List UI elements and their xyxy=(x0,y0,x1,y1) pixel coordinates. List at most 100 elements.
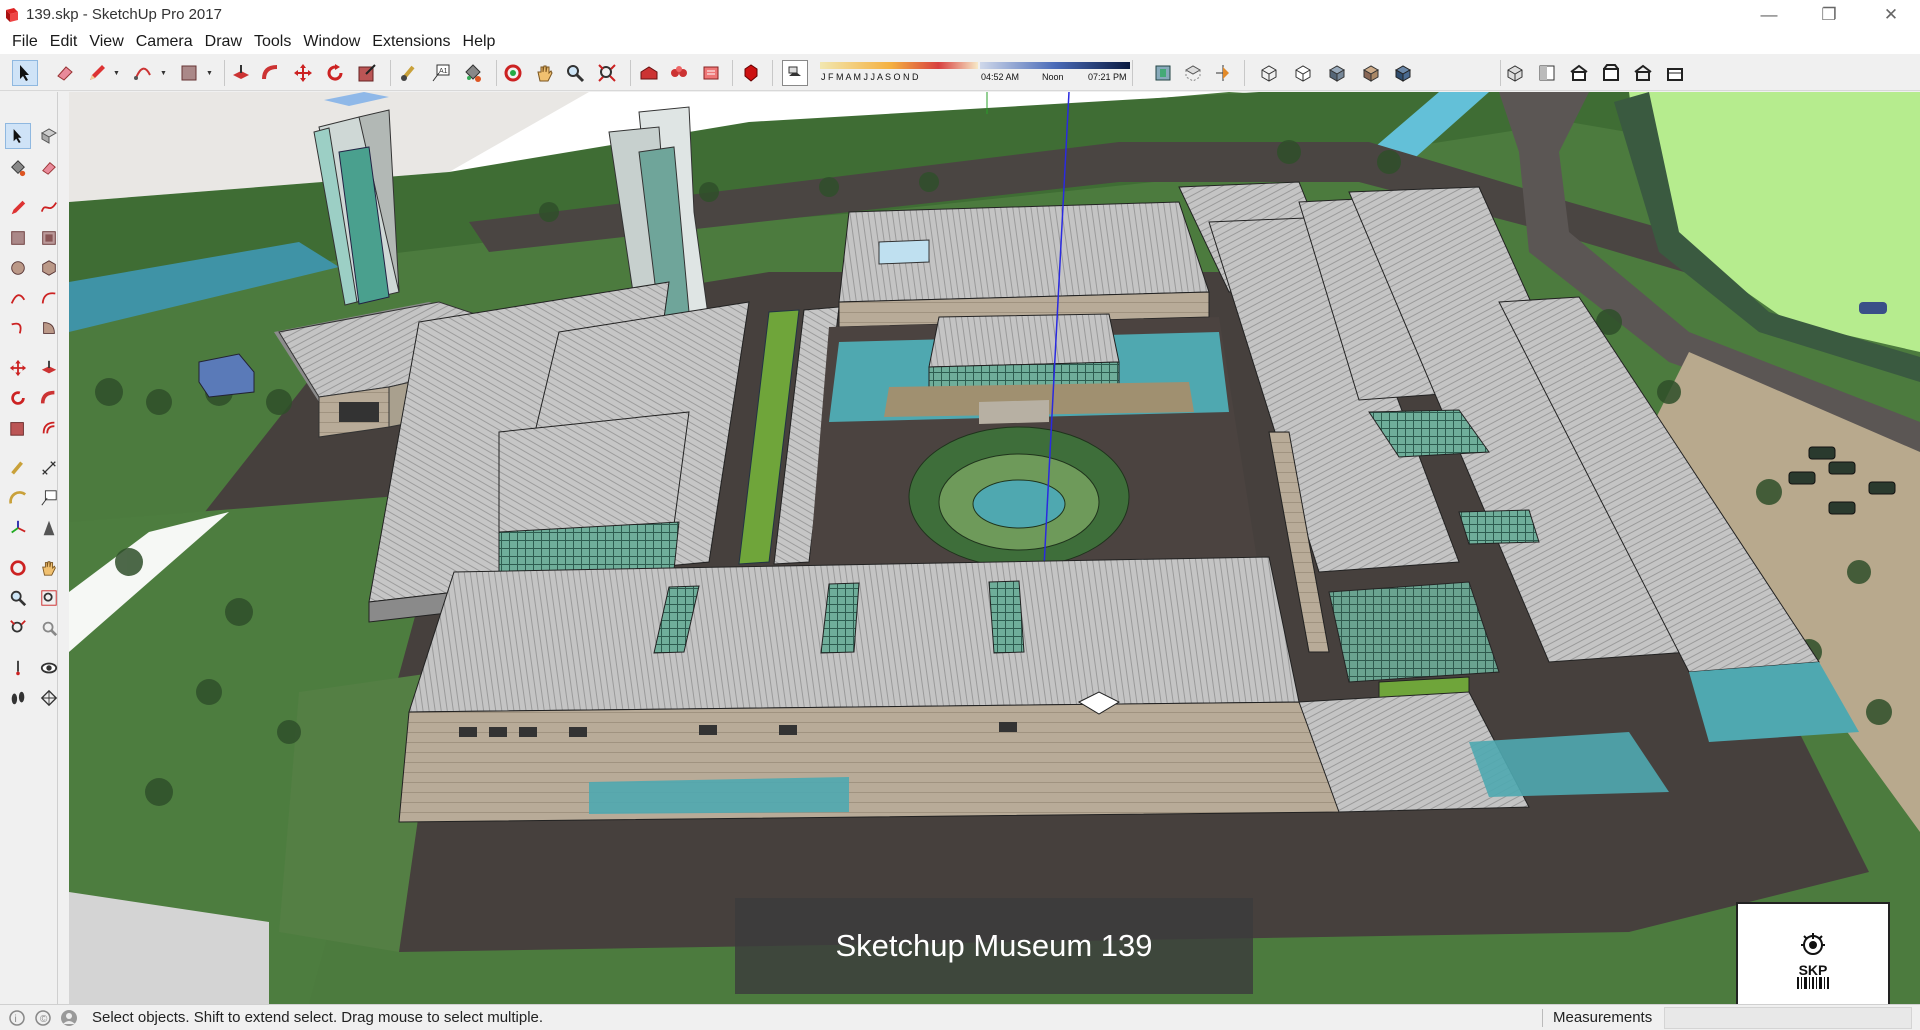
axes-tool-icon[interactable] xyxy=(5,515,31,541)
extension-warehouse-icon[interactable] xyxy=(666,60,692,86)
restore-button[interactable]: ❐ xyxy=(1800,0,1858,29)
zoom-window-tool-icon[interactable] xyxy=(36,585,62,611)
shadows-toggle-icon[interactable] xyxy=(782,60,808,86)
rotate-icon[interactable] xyxy=(322,60,348,86)
pencil-dropdown-icon[interactable]: ▼ xyxy=(113,70,121,78)
shadow-month-slider[interactable]: J F M A M J J A S O N D xyxy=(820,62,978,86)
menu-tools[interactable]: Tools xyxy=(248,29,297,54)
dimension-tool-icon[interactable] xyxy=(36,455,62,481)
menu-draw[interactable]: Draw xyxy=(199,29,248,54)
rectangle-icon[interactable] xyxy=(176,60,202,86)
rotated-rectangle-tool-icon[interactable] xyxy=(36,225,62,251)
move-icon[interactable] xyxy=(290,60,316,86)
hidden-line-icon[interactable] xyxy=(1290,60,1316,86)
back-edges-icon[interactable] xyxy=(1180,60,1206,86)
iso-view-icon[interactable] xyxy=(1502,60,1528,86)
sunrise-time: 04:52 AM xyxy=(981,72,1020,82)
ruby-console-icon[interactable] xyxy=(738,60,764,86)
previous-view-tool-icon[interactable] xyxy=(36,615,62,641)
pencil-icon[interactable] xyxy=(84,60,110,86)
menu-window[interactable]: Window xyxy=(297,29,366,54)
shadow-time-slider[interactable]: 04:52 AM Noon 07:21 PM xyxy=(980,62,1130,86)
make-component-icon[interactable] xyxy=(36,123,62,149)
three-point-arc-tool-icon[interactable] xyxy=(5,315,31,341)
paint-bucket-icon[interactable] xyxy=(460,60,486,86)
x-ray-icon[interactable] xyxy=(1150,60,1176,86)
measurements-label: Measurements xyxy=(1553,1009,1653,1026)
position-camera-tool-icon[interactable] xyxy=(5,655,31,681)
polygon-tool-icon[interactable] xyxy=(36,255,62,281)
pie-tool-icon[interactable] xyxy=(36,315,62,341)
arc-tool-icon[interactable] xyxy=(5,285,31,311)
section-plane-tool-icon[interactable] xyxy=(36,685,62,711)
paint-bucket-tool-icon[interactable] xyxy=(5,155,31,181)
orbit-tool-icon[interactable] xyxy=(5,555,31,581)
credits-icon[interactable]: © xyxy=(34,1009,52,1027)
zoom-tool-icon[interactable] xyxy=(5,585,31,611)
back-view-icon[interactable] xyxy=(1630,60,1656,86)
tape-measure-icon[interactable] xyxy=(396,60,422,86)
close-button[interactable]: ✕ xyxy=(1862,0,1920,29)
top-view-icon[interactable] xyxy=(1534,60,1560,86)
push-pull-tool-icon[interactable] xyxy=(36,355,62,381)
svg-text:i: i xyxy=(15,1014,17,1025)
layout-icon[interactable] xyxy=(698,60,724,86)
left-view-icon[interactable] xyxy=(1662,60,1688,86)
minimize-button[interactable]: — xyxy=(1740,0,1798,29)
menu-view[interactable]: View xyxy=(83,29,129,54)
menu-file[interactable]: File xyxy=(6,29,44,54)
menu-extensions[interactable]: Extensions xyxy=(366,29,456,54)
rotate-tool-icon[interactable] xyxy=(5,385,31,411)
eraser-tool-icon[interactable] xyxy=(36,155,62,181)
shaded-icon[interactable] xyxy=(1324,60,1350,86)
pan-icon[interactable] xyxy=(532,60,558,86)
3d-text-tool-icon[interactable] xyxy=(36,515,62,541)
menu-edit[interactable]: Edit xyxy=(44,29,84,54)
tape-measure-tool-icon[interactable] xyxy=(5,455,31,481)
freehand-tool-icon[interactable] xyxy=(36,195,62,221)
sunset-time: 07:21 PM xyxy=(1088,72,1127,82)
monochrome-icon[interactable] xyxy=(1390,60,1416,86)
warehouse-icon[interactable] xyxy=(636,60,662,86)
select-tool-icon[interactable] xyxy=(5,123,31,149)
follow-me-icon[interactable] xyxy=(258,60,284,86)
svg-text:©: © xyxy=(40,1014,48,1025)
scale-tool-icon[interactable] xyxy=(5,415,31,441)
protractor-tool-icon[interactable] xyxy=(5,485,31,511)
two-point-arc-tool-icon[interactable] xyxy=(36,285,62,311)
orbit-icon[interactable] xyxy=(500,60,526,86)
text-tool-icon[interactable] xyxy=(36,485,62,511)
push-pull-icon[interactable] xyxy=(228,60,254,86)
move-tool-icon[interactable] xyxy=(5,355,31,381)
scale-icon[interactable] xyxy=(354,60,380,86)
line-tool-icon[interactable] xyxy=(5,195,31,221)
menu-camera[interactable]: Camera xyxy=(130,29,199,54)
right-view-icon[interactable] xyxy=(1598,60,1624,86)
shaded-textures-icon[interactable] xyxy=(1358,60,1384,86)
circle-tool-icon[interactable] xyxy=(5,255,31,281)
status-divider xyxy=(1542,1009,1543,1027)
zoom-icon[interactable] xyxy=(562,60,588,86)
front-view-icon[interactable] xyxy=(1566,60,1592,86)
offset-tool-icon[interactable] xyxy=(36,415,62,441)
look-around-tool-icon[interactable] xyxy=(36,655,62,681)
eraser-icon[interactable] xyxy=(52,60,78,86)
menu-help[interactable]: Help xyxy=(457,29,502,54)
text-icon[interactable]: A1 xyxy=(428,60,454,86)
zoom-extents-tool-icon[interactable] xyxy=(5,615,31,641)
model-viewport[interactable]: Sketchup Museum 139 SKP xyxy=(69,92,1920,1004)
arc-icon[interactable] xyxy=(130,60,156,86)
section-plane-icon[interactable] xyxy=(1210,60,1236,86)
geolocation-icon[interactable]: i xyxy=(8,1009,26,1027)
rectangle-tool-icon[interactable] xyxy=(5,225,31,251)
pan-tool-icon[interactable] xyxy=(36,555,62,581)
wireframe-icon[interactable] xyxy=(1256,60,1282,86)
walk-tool-icon[interactable] xyxy=(5,685,31,711)
arc-dropdown-icon[interactable]: ▼ xyxy=(160,70,168,78)
select-icon[interactable] xyxy=(12,60,38,86)
follow-me-tool-icon[interactable] xyxy=(36,385,62,411)
measurements-input[interactable] xyxy=(1664,1007,1912,1029)
shape-dropdown-icon[interactable]: ▼ xyxy=(206,70,214,78)
zoom-extents-icon[interactable] xyxy=(594,60,620,86)
user-account-icon[interactable] xyxy=(60,1009,78,1027)
